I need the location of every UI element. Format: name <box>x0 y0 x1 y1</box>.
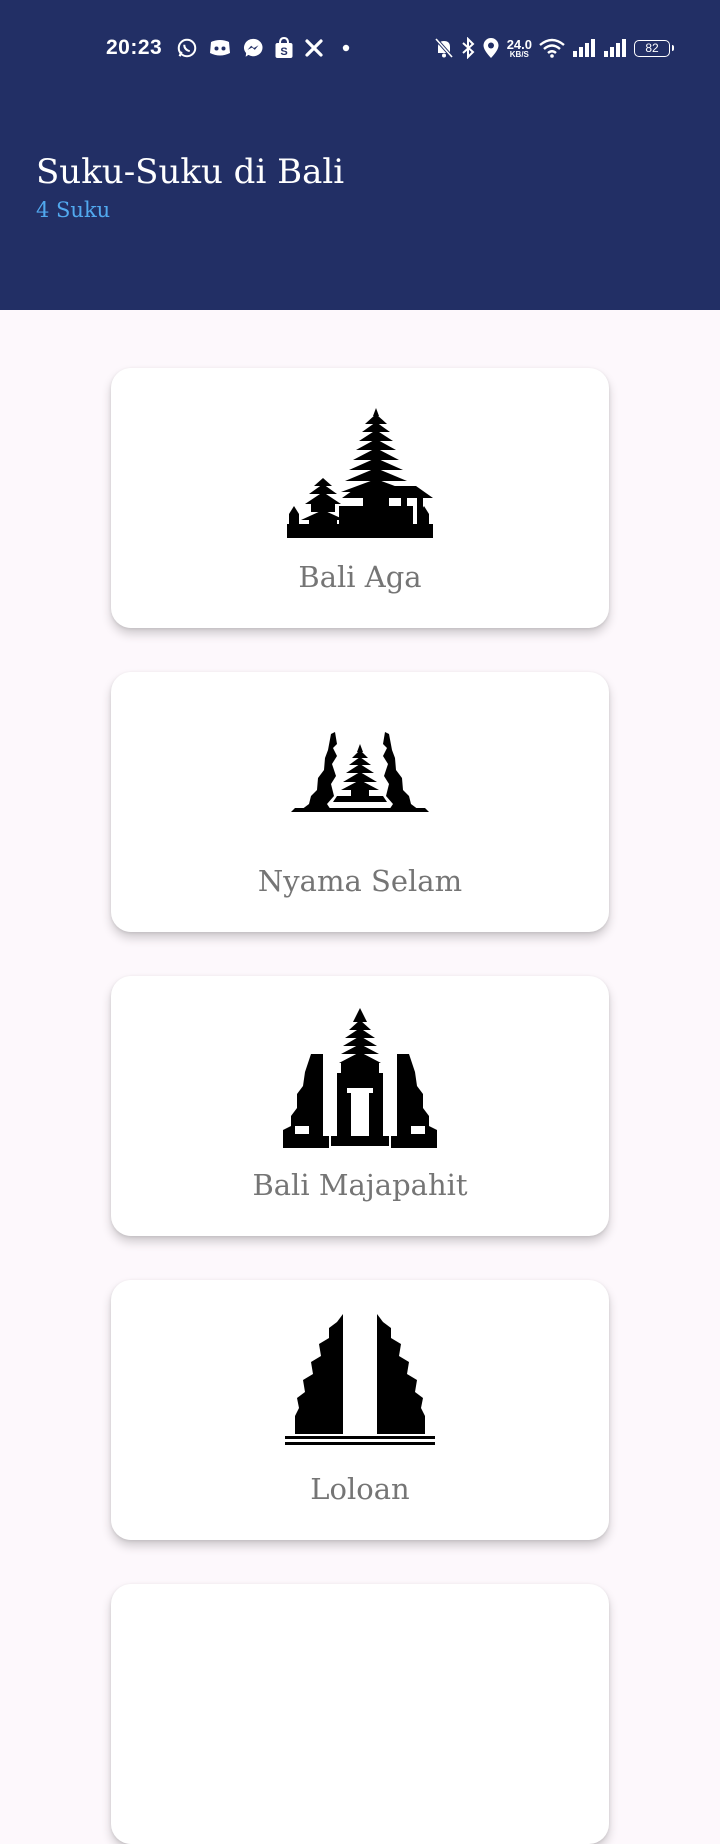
tribe-card-loloan[interactable]: Loloan <box>111 1280 609 1540</box>
shopee-icon: S <box>274 37 294 59</box>
whatsapp-icon <box>176 37 198 59</box>
messenger-icon <box>242 37 264 59</box>
dot-icon <box>342 44 350 52</box>
wifi-icon <box>539 38 565 58</box>
tribe-card-label: Loloan <box>310 1472 410 1506</box>
x-app-icon <box>304 38 324 58</box>
tribe-list[interactable]: Bali Aga Nyama Selam Bali Majapahit Lolo… <box>0 310 720 1844</box>
battery-level: 82 <box>645 41 659 55</box>
location-icon <box>482 37 500 59</box>
tribe-card-bali-majapahit[interactable]: Bali Majapahit <box>111 976 609 1236</box>
tribe-card-label: Nyama Selam <box>257 864 463 898</box>
tribe-card-label: Bali Majapahit <box>252 1168 468 1202</box>
signal-icon <box>603 39 627 57</box>
network-speed: 24.0 KB/S <box>507 38 532 59</box>
notification-icons: S <box>176 36 350 60</box>
tribe-card-partial[interactable] <box>111 1584 609 1844</box>
system-icons: 24.0 KB/S 82 <box>434 36 674 60</box>
page-subtitle: 4 Suku <box>36 198 111 222</box>
bluetooth-icon <box>461 37 475 59</box>
svg-text:S: S <box>280 46 287 58</box>
status-bar: 20:23 S 24.0 KB/S 82 <box>0 0 720 96</box>
app-bar: Suku-Suku di Bali 4 Suku <box>0 96 720 310</box>
network-speed-value: 24.0 <box>506 36 532 52</box>
tribe-card-bali-aga[interactable]: Bali Aga <box>111 368 609 628</box>
mute-icon <box>434 37 454 59</box>
discord-icon <box>208 38 232 58</box>
battery-icon: 82 <box>634 39 674 57</box>
tribe-card-label: Bali Aga <box>298 560 422 594</box>
tribe-card-nyama-selam[interactable]: Nyama Selam <box>111 672 609 932</box>
network-speed-unit: KB/S <box>509 49 529 59</box>
page-title: Suku-Suku di Bali <box>36 152 345 192</box>
signal-icon <box>572 39 596 57</box>
status-time: 20:23 <box>106 36 163 59</box>
